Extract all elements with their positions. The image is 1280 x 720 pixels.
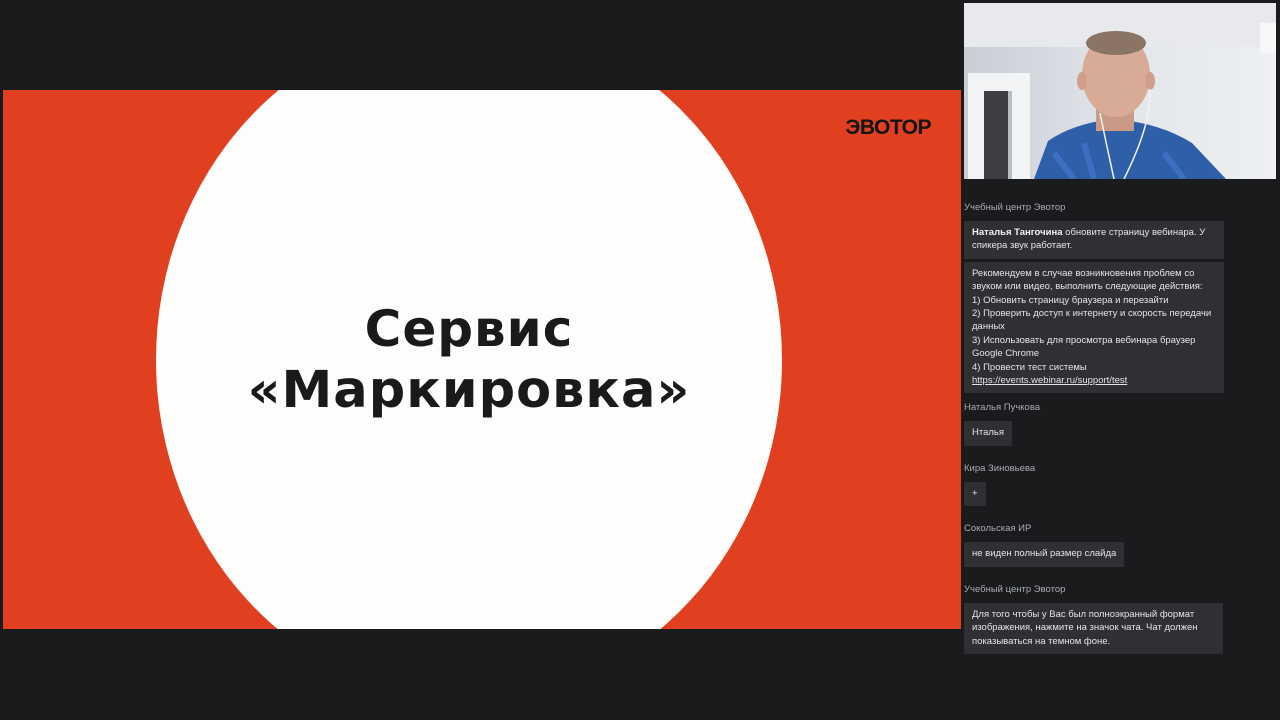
chat-message: не виден полный размер слайда [964,542,1125,567]
support-test-link[interactable]: https://events.webinar.ru/support/test [972,375,1127,386]
chat-message-line: Рекомендуем в случае возникновения пробл… [972,267,1203,293]
chat-message: Нталья [964,421,1013,446]
slide-title-line2: «Маркировка» [247,361,691,420]
speaker-video[interactable] [964,3,1276,179]
chat-sender: Наталья Пучкова [964,402,1041,414]
chat-message: Для того чтобы у Вас был полноэкранный ф… [964,602,1223,654]
chat-mention: Наталья Тангочина [972,227,1063,238]
chat-panel: Учебный центр Эвотор Наталья Тангочина о… [964,196,1226,657]
chat-message-line: 4) Провести тест системы [972,361,1087,373]
chat-message-line: 1) Обновить страницу браузера и перезайт… [972,294,1169,306]
evotor-logo: ЭВОТОР [845,116,931,139]
chat-message-line: 2) Проверить доступ к интернету и скорос… [972,308,1212,333]
chat-message: Наталья Тангочина обновите страницу веби… [964,221,1224,259]
chat-message-line: 3) Использовать для просмотра вебинара б… [972,334,1196,360]
chat-message: Рекомендуем в случае возникновения пробл… [964,261,1224,394]
presentation-slide: ЭВОТОР Сервис «Маркировка» [3,90,961,629]
chat-message: + [964,481,986,507]
chat-sender: Учебный центр Эвотор [964,202,1066,213]
webinar-screen: ЭВОТОР Сервис «Маркировка» Учебный центр… [0,0,1280,720]
chat-sender: Учебный центр Эвотор [964,583,1066,595]
chat-sender: Сокольская ИР [964,523,1032,535]
slide-circle [156,90,782,629]
slide-title-line1: Сервис [364,300,574,358]
chat-sender: Кира Зиновьева [964,462,1036,474]
webcam-feed-icon [964,3,1276,179]
